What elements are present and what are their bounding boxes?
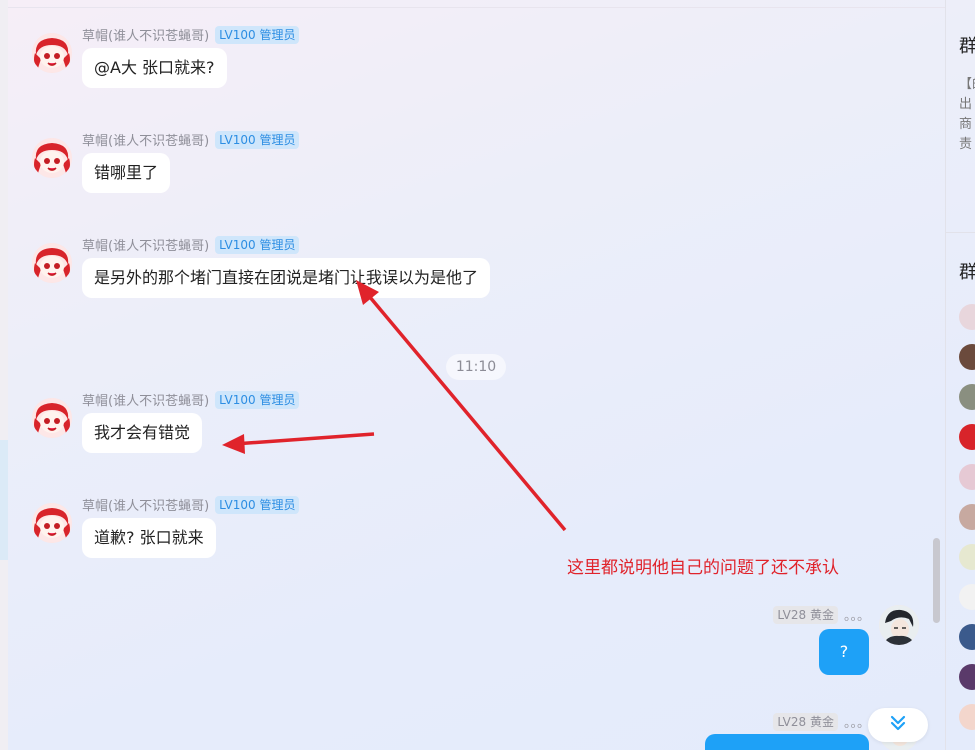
member-avatar[interactable] [959, 664, 975, 690]
annotation-arrows [222, 280, 567, 532]
left-panel-edge [0, 0, 8, 750]
scroll-to-bottom-button[interactable] [868, 708, 928, 742]
chat-message-area[interactable]: 草帽(谁人不识苍蝇哥) LV100 管理员 @A大 张口就来? 草帽(谁人不识苍… [8, 0, 945, 750]
group-notice-text[interactable]: 【的出商责 [959, 75, 975, 155]
group-notice-title: 群 [959, 32, 975, 58]
member-avatar[interactable] [959, 624, 975, 650]
double-chevron-down-icon [890, 714, 906, 736]
member-avatar[interactable] [959, 384, 975, 410]
sidebar-divider [946, 232, 975, 233]
member-avatar[interactable] [959, 424, 975, 450]
annotation-text: 这里都说明他自己的问题了还不承认 [567, 558, 839, 578]
group-members-title: 群 [959, 258, 975, 284]
member-avatar[interactable] [959, 304, 975, 330]
member-avatar[interactable] [959, 704, 975, 730]
member-avatar[interactable] [959, 544, 975, 570]
member-avatar[interactable] [959, 504, 975, 530]
member-avatar[interactable] [959, 464, 975, 490]
member-avatar[interactable] [959, 584, 975, 610]
annotation-arrow-line [362, 288, 567, 532]
member-avatar[interactable] [959, 344, 975, 370]
chat-scrollbar[interactable] [933, 538, 940, 623]
left-panel-accent [0, 440, 8, 560]
annotation-arrow-line [233, 432, 375, 446]
annotation-arrowhead [222, 434, 245, 454]
group-sidebar: 群 【的出商责 群 [945, 0, 975, 750]
